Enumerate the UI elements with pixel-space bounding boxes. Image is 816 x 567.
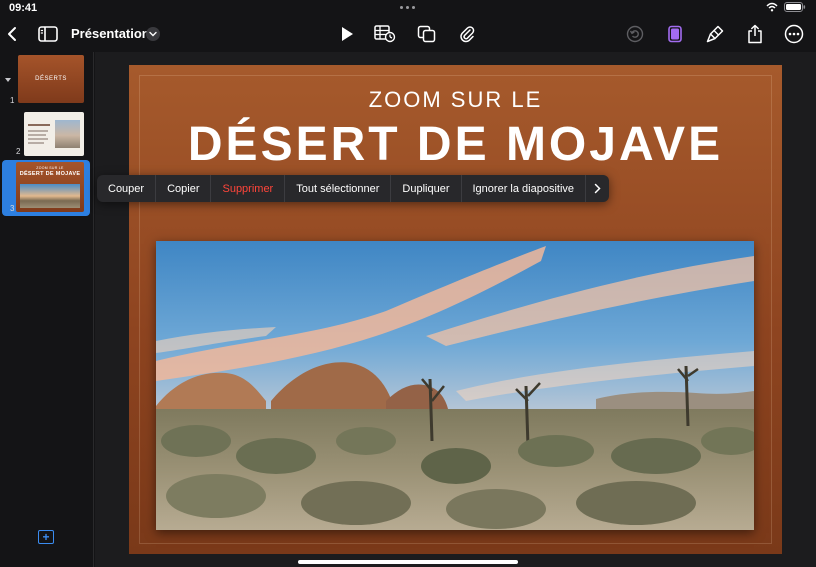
slide-thumbnail-1[interactable]: DÉSERTS [18,55,84,103]
chevron-right-icon[interactable] [586,175,609,202]
menu-item-select-all[interactable]: Tout sélectionner [285,175,392,202]
slide-navigator: DÉSERTS 1 2 ZOOM SUR LE DÉSERT DE MOJAVE… [0,52,94,567]
menu-item-skip-slide[interactable]: Ignorer la diapositive [462,175,587,202]
context-menu: Couper Copier Supprimer Tout sélectionne… [97,175,610,202]
slide[interactable]: ZOOM SUR LE DÉSERT DE MOJAVE [129,65,782,554]
share-icon[interactable] [743,22,767,46]
document-icon[interactable] [663,22,687,46]
add-slide-button[interactable]: + [38,530,54,544]
disclosure-triangle-icon[interactable] [5,78,11,82]
slide-thumbnail-3-title: DÉSERT DE MOJAVE [19,171,81,177]
back-chevron-icon[interactable] [0,22,24,46]
menu-item-delete[interactable]: Supprimer [211,175,286,202]
undo-icon[interactable] [623,22,647,46]
status-time: 09:41 [9,2,38,14]
menu-item-cut[interactable]: Couper [97,175,157,202]
menu-item-copy[interactable]: Copier [156,175,212,202]
table-icon[interactable] [373,22,397,46]
play-icon[interactable] [335,22,359,46]
sidebar-icon[interactable] [36,22,60,46]
document-title[interactable]: Présentation [71,26,150,41]
slide-title[interactable]: DÉSERT DE MOJAVE [129,117,782,172]
battery-icon [784,2,806,12]
paintbrush-icon[interactable] [703,22,727,46]
wifi-icon [766,2,778,12]
status-icons [766,2,806,12]
menu-item-duplicate[interactable]: Dupliquer [391,175,462,202]
multitasking-dots-icon[interactable] [400,6,416,10]
slide-thumbnail-1-text: DÉSERTS [35,76,67,82]
more-icon[interactable] [782,22,806,46]
slide-number-3: 3 [10,204,15,213]
paperclip-icon[interactable] [455,22,479,46]
chevron-down-icon[interactable] [146,27,160,41]
slide-number-2: 2 [16,147,21,156]
desert-photo[interactable] [156,241,754,530]
shapes-icon[interactable] [415,22,439,46]
slide-thumbnail-2[interactable] [24,112,84,156]
slide-thumbnail-3[interactable]: ZOOM SUR LE DÉSERT DE MOJAVE [16,162,84,212]
home-indicator[interactable] [298,560,518,564]
toolbar: Présentation [0,16,816,52]
status-bar: 09:41 [0,0,816,16]
slide-thumbnail-3-sub: ZOOM SUR LE [36,166,64,170]
slide-subtitle[interactable]: ZOOM SUR LE [129,87,782,113]
slide-canvas: ZOOM SUR LE DÉSERT DE MOJAVE [95,52,816,567]
slide-number-1: 1 [10,96,15,105]
